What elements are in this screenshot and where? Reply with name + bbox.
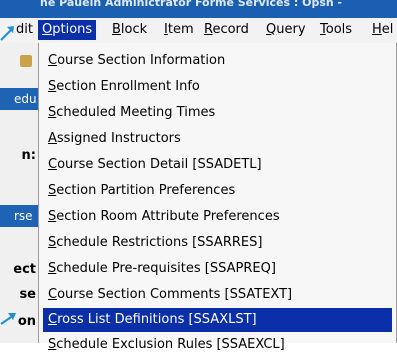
menu-help-mnemonic: H: [372, 22, 382, 37]
mnemonic: A: [48, 131, 57, 146]
option-label: ection Enrollment Info: [56, 79, 200, 94]
menu-block[interactable]: Block: [108, 20, 151, 40]
toolbar-fragment-icon: [20, 55, 32, 67]
background-label-se: se: [19, 287, 36, 302]
mnemonic: C: [48, 312, 58, 327]
menu-help[interactable]: Hel: [368, 20, 397, 40]
option-label: chedule Restrictions [SSARRES]: [56, 235, 263, 250]
menu-option-course-section-detail[interactable]: Course Section Detail [SSADETL]: [43, 153, 392, 177]
menu-option-schedule-exclusion-rules[interactable]: Schedule Exclusion Rules [SSAEXCL]: [43, 333, 392, 357]
menu-options-mnemonic: O: [42, 22, 53, 37]
menu-option-section-partition-preferences[interactable]: Section Partition Preferences: [43, 179, 392, 203]
menu-options-label: ptions: [52, 22, 93, 37]
options-dropdown-menu: Course Section Information Section Enrol…: [38, 43, 397, 352]
option-label: ection Partition Preferences: [56, 183, 236, 198]
menu-option-schedule-restrictions[interactable]: Schedule Restrictions [SSARRES]: [43, 231, 392, 255]
mnemonic: C: [48, 53, 58, 68]
menu-query-label: uery: [276, 22, 306, 37]
option-label: ross List Definitions [SSAXLST]: [57, 312, 257, 327]
menu-record-label: ecord: [212, 22, 249, 37]
window-title-bar: ne Pauein Adminictrator Forme Services :…: [0, 0, 397, 18]
menu-help-label: el: [381, 22, 394, 37]
mnemonic: C: [48, 157, 58, 172]
annotation-arrow-icon: [0, 26, 14, 41]
menu-block-mnemonic: B: [112, 22, 121, 37]
window-title: ne Pauein Adminictrator Forme Services :…: [40, 0, 343, 9]
option-label: ourse Section Comments [SSATEXT]: [57, 287, 293, 302]
menu-item[interactable]: Item: [160, 20, 198, 40]
option-label: ourse Section Information: [57, 53, 226, 68]
menu-tools-label: ools: [325, 22, 353, 37]
option-label: chedule Pre-requisites [SSAPREQ]: [56, 261, 276, 276]
option-label: ourse Section Detail [SSADETL]: [57, 157, 262, 172]
menu-option-schedule-prerequisites[interactable]: Schedule Pre-requisites [SSAPREQ]: [43, 257, 392, 281]
underlying-form-strip: edu n: rse ect se on: [0, 43, 38, 343]
menu-edit-label: dit: [16, 22, 33, 37]
menu-option-section-room-attribute-preferences[interactable]: Section Room Attribute Preferences: [43, 205, 392, 229]
menu-option-section-enrollment-info[interactable]: Section Enrollment Info: [43, 75, 392, 99]
option-label: ection Room Attribute Preferences: [56, 209, 280, 224]
menu-option-cross-list-definitions[interactable]: Cross List Definitions [SSAXLST]: [43, 308, 392, 332]
background-label-n: n:: [21, 148, 36, 163]
menu-option-assigned-instructors[interactable]: Assigned Instructors: [43, 127, 392, 151]
menu-item-label: tem: [167, 22, 194, 37]
menu-bar: dit Options Block Item Record Query Tool…: [0, 18, 397, 44]
menu-tools[interactable]: Tools: [316, 20, 356, 40]
menu-option-course-section-information[interactable]: Course Section Information: [43, 49, 392, 73]
background-field-chip: edu: [0, 88, 38, 110]
background-label-ect: ect: [13, 262, 36, 277]
menu-options[interactable]: Options: [38, 20, 97, 40]
option-label: chedule Exclusion Rules [SSAEXCL]: [56, 337, 285, 352]
menu-query-mnemonic: Q: [266, 22, 277, 37]
option-label: cheduled Meeting Times: [56, 105, 216, 120]
menu-option-scheduled-meeting-times[interactable]: Scheduled Meeting Times: [43, 101, 392, 125]
menu-record[interactable]: Record: [200, 20, 253, 40]
menu-block-label: lock: [120, 22, 148, 37]
menu-query[interactable]: Query: [262, 20, 310, 40]
background-field-chip-2: rse: [0, 205, 38, 227]
menu-option-course-section-comments[interactable]: Course Section Comments [SSATEXT]: [43, 283, 392, 307]
annotation-arrow-icon-2: [0, 313, 16, 325]
option-label: ssigned Instructors: [56, 131, 181, 146]
mnemonic: C: [48, 287, 58, 302]
